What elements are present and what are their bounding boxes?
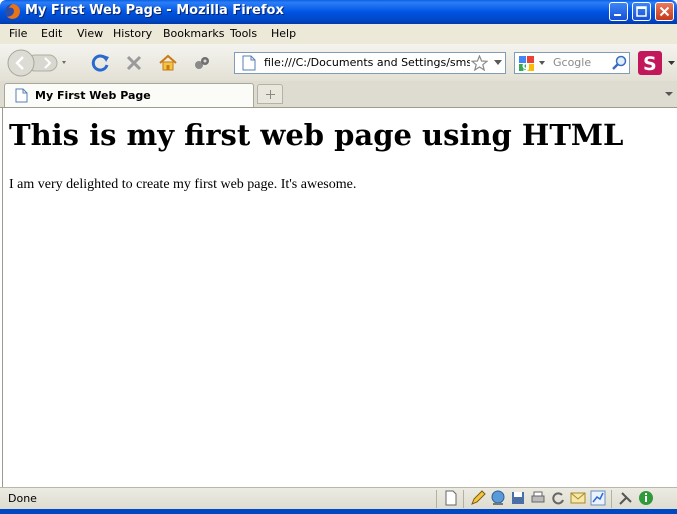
status-separator <box>611 490 612 508</box>
minimize-icon <box>614 14 621 16</box>
print-icon[interactable] <box>530 490 546 506</box>
maximize-icon <box>636 6 647 17</box>
bookmark-star-icon[interactable] <box>471 55 488 71</box>
minimize-button[interactable] <box>609 2 628 21</box>
save-icon[interactable] <box>510 490 526 506</box>
close-button[interactable] <box>655 2 674 21</box>
status-text: Done <box>8 492 37 505</box>
status-separator <box>436 490 437 508</box>
tab-label: My First Web Page <box>35 89 151 102</box>
window-title: My First Web Page - Mozilla Firefox <box>25 3 284 18</box>
home-icon[interactable] <box>158 53 178 73</box>
reload-icon[interactable] <box>91 53 111 73</box>
forward-icon[interactable] <box>35 53 57 73</box>
page-paragraph: I am very delighted to create my first w… <box>9 177 357 192</box>
url-bar[interactable]: file:///C:/Documents and Settings/sms/De… <box>234 52 506 74</box>
status-separator <box>463 490 464 508</box>
plus-icon <box>266 90 275 99</box>
url-text[interactable]: file:///C:/Documents and Settings/sms/De… <box>264 56 470 69</box>
url-dropdown-icon[interactable] <box>494 60 502 66</box>
menu-history[interactable]: History <box>113 27 152 40</box>
back-icon[interactable] <box>7 49 35 77</box>
info-icon[interactable] <box>638 490 654 506</box>
status-bar: Done <box>0 487 677 510</box>
new-tab-button[interactable] <box>257 84 283 104</box>
title-bar[interactable]: My First Web Page - Mozilla Firefox <box>0 0 677 24</box>
list-all-tabs-button[interactable] <box>661 84 677 104</box>
menu-file[interactable]: File <box>9 27 27 40</box>
pencil-icon[interactable] <box>470 490 486 506</box>
search-engine-dropdown-icon[interactable] <box>539 61 545 65</box>
page-icon <box>242 55 256 71</box>
page-info-icon[interactable] <box>443 490 459 506</box>
svg-text:g: g <box>522 59 530 72</box>
page-content <box>2 108 676 488</box>
search-bar[interactable]: g Gcogle <box>514 52 630 74</box>
menu-view[interactable]: View <box>77 27 103 40</box>
page-heading: This is my first web page using HTML <box>9 118 624 152</box>
page-icon <box>15 88 28 103</box>
addon-icon[interactable] <box>193 54 211 72</box>
menu-tools[interactable]: Tools <box>230 27 257 40</box>
globe-icon[interactable] <box>490 490 506 506</box>
close-icon <box>659 6 670 17</box>
search-input[interactable]: Gcogle <box>553 56 591 69</box>
chart-icon[interactable] <box>590 490 606 506</box>
mail-icon[interactable] <box>570 490 586 506</box>
toolbar-overflow-icon[interactable] <box>668 61 675 66</box>
svg-text:S: S <box>643 53 657 75</box>
s-addon-icon[interactable]: S <box>638 51 662 75</box>
firefox-icon <box>5 4 20 19</box>
tools-icon[interactable] <box>618 490 634 506</box>
menu-help[interactable]: Help <box>271 27 296 40</box>
menu-bar: File Edit View History Bookmarks Tools H… <box>0 24 677 44</box>
menu-bookmarks[interactable]: Bookmarks <box>163 27 224 40</box>
tab-my-first-web-page[interactable]: My First Web Page <box>4 83 254 107</box>
menu-edit[interactable]: Edit <box>41 27 62 40</box>
search-go-icon[interactable] <box>611 55 627 71</box>
maximize-button[interactable] <box>632 2 651 21</box>
google-icon[interactable]: g <box>518 55 536 73</box>
window-bottom-edge <box>0 509 677 514</box>
chevron-down-icon <box>665 92 673 96</box>
stop-icon[interactable] <box>125 54 143 72</box>
refresh-icon[interactable] <box>550 490 566 506</box>
